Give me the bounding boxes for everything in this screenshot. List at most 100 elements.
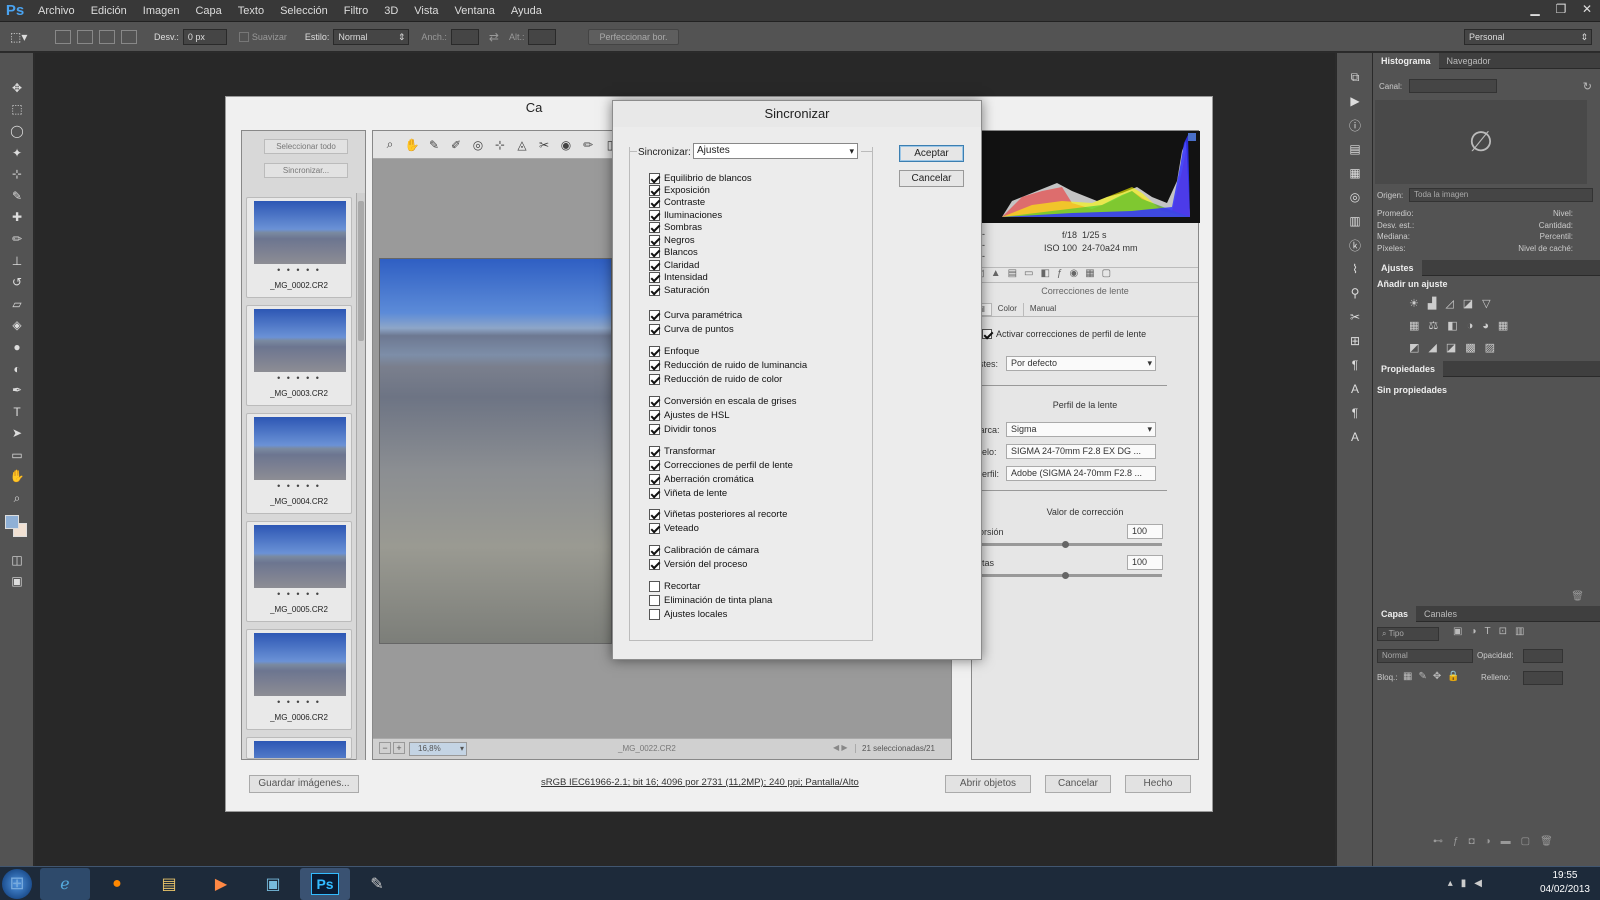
- screen-mode-icon[interactable]: ▣: [0, 570, 34, 592]
- taskbar-network-icon[interactable]: ▣: [248, 868, 298, 900]
- close-icon[interactable]: ✕: [1574, 0, 1600, 18]
- restore-icon[interactable]: ❐: [1548, 0, 1574, 18]
- 3d-icon[interactable]: ◎: [1337, 185, 1373, 209]
- hand-tool-icon[interactable]: ✋: [0, 466, 34, 488]
- save-images-button[interactable]: Guardar imágenes...: [249, 775, 359, 793]
- menu-item[interactable]: Selección: [272, 0, 336, 22]
- refresh-icon[interactable]: ↻: [1583, 80, 1592, 93]
- hand-icon[interactable]: ✋: [401, 138, 423, 152]
- sync-option-row[interactable]: Curva paramétrica: [649, 309, 742, 321]
- zoom-select[interactable]: 16,8% ▾: [409, 742, 467, 756]
- adjustment-brush-icon[interactable]: ✏: [577, 138, 599, 152]
- layers-footer-icons[interactable]: ⊷ƒ◘◑▬▢🗑: [1433, 836, 1563, 847]
- eyedropper-icon[interactable]: ✎: [0, 185, 34, 207]
- layer-filter-icons[interactable]: ▣◑T⊡▥: [1453, 626, 1532, 637]
- sync-option-checkbox[interactable]: [649, 172, 660, 184]
- tab-navigator[interactable]: Navegador: [1439, 53, 1499, 69]
- menu-item[interactable]: Texto: [230, 0, 272, 22]
- history-brush-icon[interactable]: ↺: [0, 271, 34, 293]
- sync-option-checkbox[interactable]: [649, 323, 660, 335]
- start-button-icon[interactable]: ⊞: [2, 868, 32, 899]
- camera-raw-cancel-button[interactable]: Cancelar: [1045, 775, 1111, 793]
- blend-mode-select[interactable]: Normal: [1377, 649, 1473, 663]
- sync-option-row[interactable]: Conversión en escala de grises: [649, 395, 797, 407]
- vignette-slider[interactable]: [972, 572, 1162, 579]
- lasso-tool-icon[interactable]: ◯: [0, 120, 34, 142]
- make-select[interactable]: Sigma ▾: [1006, 422, 1156, 437]
- sync-option-row[interactable]: Viñeta de lente: [649, 487, 727, 499]
- zoom-icon[interactable]: ⌕: [379, 137, 401, 152]
- filmstrip-scroll-thumb[interactable]: [358, 201, 364, 341]
- sync-option-row[interactable]: Transformar: [649, 445, 715, 457]
- sync-option-checkbox[interactable]: [649, 222, 660, 234]
- subtract-selection-icon[interactable]: [99, 29, 115, 44]
- marquee-tool-icon[interactable]: ⬚: [0, 99, 34, 121]
- dodge-tool-icon[interactable]: ◐: [0, 358, 34, 380]
- distortion-slider[interactable]: [972, 541, 1162, 548]
- sync-option-checkbox[interactable]: [649, 209, 660, 221]
- add-selection-icon[interactable]: [77, 29, 93, 44]
- tab-layers[interactable]: Capas: [1373, 605, 1417, 622]
- new-selection-icon[interactable]: [55, 29, 71, 44]
- crop-icon[interactable]: ⊹: [489, 138, 511, 152]
- taskbar-ie-icon[interactable]: ℯ: [40, 867, 90, 900]
- sync-select[interactable]: Ajustes ▾: [693, 143, 858, 159]
- channel-select[interactable]: [1409, 79, 1497, 93]
- eraser-icon[interactable]: ▱: [0, 293, 34, 315]
- type-tool-icon[interactable]: T: [0, 401, 34, 423]
- vignette-knob[interactable]: [1062, 572, 1069, 579]
- sync-option-checkbox[interactable]: [649, 445, 660, 457]
- spot-removal-icon[interactable]: ✂: [533, 138, 555, 152]
- healing-brush-icon[interactable]: ✚: [0, 207, 34, 229]
- profile-select[interactable]: Adobe (SIGMA 24-70mm F2.8 ...: [1006, 466, 1156, 481]
- sync-option-checkbox[interactable]: [649, 395, 660, 407]
- menu-item[interactable]: Filtro: [336, 0, 376, 22]
- enable-profile-row[interactable]: Activar correcciones de perfil de lente: [982, 329, 1146, 339]
- magic-wand-icon[interactable]: ✦: [0, 142, 34, 164]
- model-select[interactable]: SIGMA 24-70mm F2.8 EX DG ...: [1006, 444, 1156, 459]
- sync-option-checkbox[interactable]: [649, 544, 660, 556]
- tool-presets-icon[interactable]: ⚲: [1337, 281, 1373, 305]
- sync-option-row[interactable]: Veteado: [649, 522, 699, 534]
- taskbar-paint-icon[interactable]: ✎: [352, 868, 402, 900]
- done-button[interactable]: Hecho: [1125, 775, 1191, 793]
- history-icon[interactable]: ⧉: [1337, 65, 1373, 89]
- opacity-input[interactable]: [1523, 649, 1563, 663]
- synchronize-button[interactable]: Sincronizar...: [264, 163, 348, 178]
- sync-option-checkbox[interactable]: [649, 487, 660, 499]
- white-balance-icon[interactable]: ✎: [423, 138, 445, 152]
- paint-bucket-icon[interactable]: ◈: [0, 315, 34, 337]
- foreground-color-swatch[interactable]: [5, 514, 19, 529]
- brush-presets-icon[interactable]: ▦: [1337, 161, 1373, 185]
- open-objects-button[interactable]: Abrir objetos: [945, 775, 1031, 793]
- sync-option-checkbox[interactable]: [649, 234, 660, 246]
- tab-adjustments[interactable]: Ajustes: [1373, 259, 1422, 276]
- character-icon[interactable]: A: [1337, 377, 1373, 401]
- sync-option-checkbox[interactable]: [649, 184, 660, 196]
- tab-histogram[interactable]: Histograma: [1373, 52, 1439, 69]
- sync-option-row[interactable]: Exposición: [649, 184, 710, 196]
- sync-option-row[interactable]: Intensidad: [649, 272, 708, 284]
- swap-icon[interactable]: ⇄: [489, 30, 499, 44]
- taskbar-media-player-icon[interactable]: ▶: [196, 868, 246, 900]
- zoom-tool-icon[interactable]: ⌕: [0, 487, 34, 509]
- properties-trash-icon[interactable]: 🗑: [1571, 591, 1584, 602]
- tab-channels[interactable]: Canales: [1416, 606, 1465, 622]
- sync-option-checkbox[interactable]: [649, 608, 660, 620]
- sync-option-checkbox[interactable]: [649, 522, 660, 534]
- adjustment-icons[interactable]: ☀▟◿◪▽ ▦⚖◧◑◕▦ ◩◢◪▩▨: [1409, 293, 1517, 359]
- panel-tab-icons[interactable]: ◿▲▤▭◧ƒ◉▦▢: [972, 267, 1198, 283]
- refine-edge-button[interactable]: Perfeccionar bor.: [588, 28, 679, 45]
- sync-option-checkbox[interactable]: [649, 580, 660, 592]
- sync-option-row[interactable]: Equilibrio de blancos: [649, 172, 752, 184]
- workspace-select[interactable]: Personal ⇕: [1464, 29, 1592, 45]
- menu-item[interactable]: Capa: [187, 0, 229, 22]
- menu-item[interactable]: Ventana: [447, 0, 503, 22]
- sync-option-row[interactable]: Ajustes de HSL: [649, 409, 729, 421]
- menu-item[interactable]: Vista: [406, 0, 446, 22]
- sync-option-checkbox[interactable]: [649, 309, 660, 321]
- info-icon[interactable]: ⓘ: [1337, 113, 1373, 137]
- color-swatches[interactable]: [0, 509, 33, 549]
- smooth-checkbox[interactable]: [238, 31, 249, 42]
- clone-stamp-icon[interactable]: ⊥: [0, 250, 34, 272]
